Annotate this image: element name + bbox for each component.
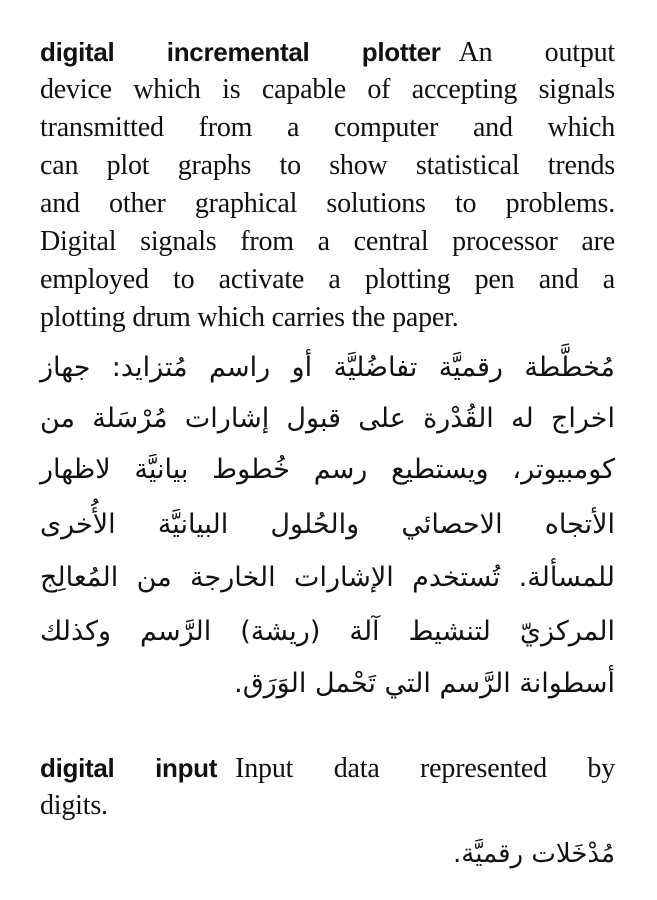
arabic-definition-line: للمسألة. تُستخدم الإشارات الخارجة من الم… <box>40 562 615 593</box>
definition-line: employed to activate a plotting pen and … <box>40 264 615 295</box>
arabic-definition-line: المركزيّ لتنشيط آلة (ريشة) الرَّسم وكذلك <box>40 616 615 647</box>
definition-line: digits. <box>40 790 108 821</box>
entry-term: digital incremental plotter <box>40 37 441 67</box>
arabic-definition-line: كومبيوتر، ويستطيع رسم خُطوط بيانيَّة لاظ… <box>40 454 615 485</box>
entry-term: digital input <box>40 753 218 783</box>
entry-definition-line: digital input Input data represented by <box>40 749 615 788</box>
arabic-definition-line: مُدْخَلات رقميَّة. <box>453 839 615 869</box>
arabic-definition-line: أسطوانة الرَّسم التي تَحْمل الوَرَق. <box>234 668 615 699</box>
definition-line: and other graphical solutions to problem… <box>40 188 615 219</box>
arabic-definition-line: اخراج له القُدْرة على قبول إشارات مُرْسَ… <box>40 403 615 434</box>
entry-definition-line: digital incremental plotter An output <box>40 33 615 72</box>
definition-text: Input data represented by <box>235 753 615 784</box>
definition-line: Digital signals from a central processor… <box>40 226 615 257</box>
definition-line: can plot graphs to show statistical tren… <box>40 150 615 181</box>
arabic-definition-line: مُخطَّطة رقميَّة تفاضُليَّة أو راسم مُتز… <box>40 352 615 383</box>
definition-line: transmitted from a computer and which <box>40 112 615 143</box>
arabic-definition-line: الأتجاه الاحصائي والحُلول البيانيَّة الأ… <box>40 509 615 540</box>
definition-line: plotting drum which carries the paper. <box>40 302 459 333</box>
definition-text: An output <box>458 37 616 68</box>
definition-line: device which is capable of accepting sig… <box>40 74 615 105</box>
